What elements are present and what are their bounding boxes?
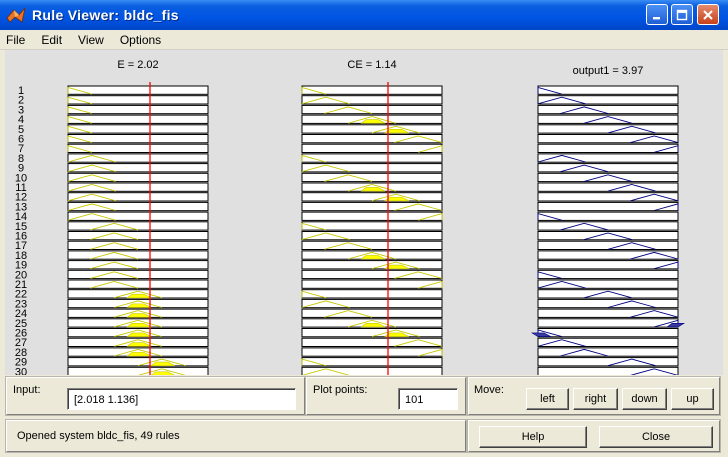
rule-cell xyxy=(67,240,209,250)
rule-cell xyxy=(301,172,443,183)
rule-cell xyxy=(537,279,679,289)
rule-cell xyxy=(301,308,443,318)
minimize-button[interactable] xyxy=(646,4,668,25)
plot-points-field[interactable]: 101 xyxy=(398,388,458,410)
rule-cell xyxy=(67,231,209,241)
menu-view[interactable]: View xyxy=(70,33,112,47)
rule-cell xyxy=(67,201,209,212)
rule-cell xyxy=(67,366,209,377)
rule-cell xyxy=(67,172,209,183)
move-right-button[interactable]: right xyxy=(573,388,618,410)
move-label: Move: xyxy=(474,384,504,396)
rule-cell xyxy=(537,347,679,357)
rule-cell xyxy=(537,163,679,173)
status-text: Opened system bldc_fis, 49 rules xyxy=(17,430,180,442)
window-title: Rule Viewer: bldc_fis xyxy=(32,7,179,23)
rule-cell xyxy=(67,153,209,163)
rule-cell xyxy=(301,104,443,115)
rule-cell xyxy=(537,153,679,163)
close-button[interactable]: Close xyxy=(599,426,713,448)
rule-cell xyxy=(67,211,209,221)
rule-cell xyxy=(537,337,679,348)
plot-points-panel: Plot points: 101 xyxy=(305,376,467,416)
rule-cell xyxy=(537,366,679,377)
rule-cell xyxy=(301,366,443,377)
input1-value-label: E = 2.02 xyxy=(117,59,158,71)
rule-cell xyxy=(301,134,443,144)
minimize-icon xyxy=(653,16,660,19)
move-down-button[interactable]: down xyxy=(622,388,667,410)
input2-value-label: CE = 1.14 xyxy=(347,59,396,71)
rules-plot: E = 2.02 CE = 1.14 output1 = 3.97 123456… xyxy=(15,59,686,378)
rule-cell xyxy=(537,250,679,260)
help-button[interactable]: Help xyxy=(479,426,587,448)
maximize-button[interactable] xyxy=(671,4,693,25)
move-left-button[interactable]: left xyxy=(526,388,569,410)
rule-cell xyxy=(67,269,209,280)
rule-cell xyxy=(537,124,679,134)
status-panel: Opened system bldc_fis, 49 rules xyxy=(5,419,467,453)
move-panel: Move: left right down up xyxy=(467,376,721,416)
rule-cell xyxy=(67,182,209,192)
menu-edit[interactable]: Edit xyxy=(33,33,70,47)
rule-cell xyxy=(301,95,443,105)
rule-cell xyxy=(301,192,443,202)
rule-cell xyxy=(537,182,679,192)
rule-cell xyxy=(301,328,443,338)
rule-cell xyxy=(67,279,209,289)
rule-cell xyxy=(537,134,679,144)
output-value-label: output1 = 3.97 xyxy=(573,65,644,77)
rule-cell xyxy=(301,298,443,309)
input-label: Input: xyxy=(13,384,41,396)
plot-points-label: Plot points: xyxy=(313,384,368,396)
menu-file[interactable]: File xyxy=(0,33,33,47)
rule-cell xyxy=(537,298,679,309)
close-icon xyxy=(703,9,713,20)
rule-cell xyxy=(537,308,679,318)
rule-cell xyxy=(301,201,443,212)
rule-cell xyxy=(537,357,679,367)
move-up-button[interactable]: up xyxy=(671,388,714,410)
rule-cell xyxy=(537,95,679,105)
input-field[interactable]: [2.018 1.136] xyxy=(67,388,296,410)
maximize-icon xyxy=(676,9,688,20)
rule-cell xyxy=(67,163,209,173)
rule-cell xyxy=(301,260,443,270)
matlab-logo-icon xyxy=(6,7,26,23)
rule-cell xyxy=(537,240,679,250)
rule-cell xyxy=(301,231,443,241)
rule-cell xyxy=(301,163,443,173)
rule-cell xyxy=(537,104,679,115)
close-window-button[interactable] xyxy=(697,4,719,25)
rule-cell xyxy=(67,221,209,231)
rule-cell xyxy=(537,221,679,231)
menu-options[interactable]: Options xyxy=(112,33,169,47)
action-panel: Help Close xyxy=(467,419,721,453)
title-bar: Rule Viewer: bldc_fis xyxy=(0,0,728,30)
rule-cell xyxy=(67,357,209,367)
rule-plot-area: E = 2.02 CE = 1.14 output1 = 3.97 123456… xyxy=(5,50,723,378)
rule-cell xyxy=(301,124,443,134)
input-panel: Input: [2.018 1.136] xyxy=(5,376,306,416)
rule-cell xyxy=(67,260,209,270)
rule-cell xyxy=(67,192,209,202)
rule-number: 30 xyxy=(15,366,27,375)
rule-cell xyxy=(67,250,209,260)
rule-cell xyxy=(301,269,443,280)
rule-cell xyxy=(537,192,679,202)
rule-cell xyxy=(301,240,443,250)
menu-bar: File Edit View Options xyxy=(0,30,728,50)
rule-cell xyxy=(301,337,443,348)
